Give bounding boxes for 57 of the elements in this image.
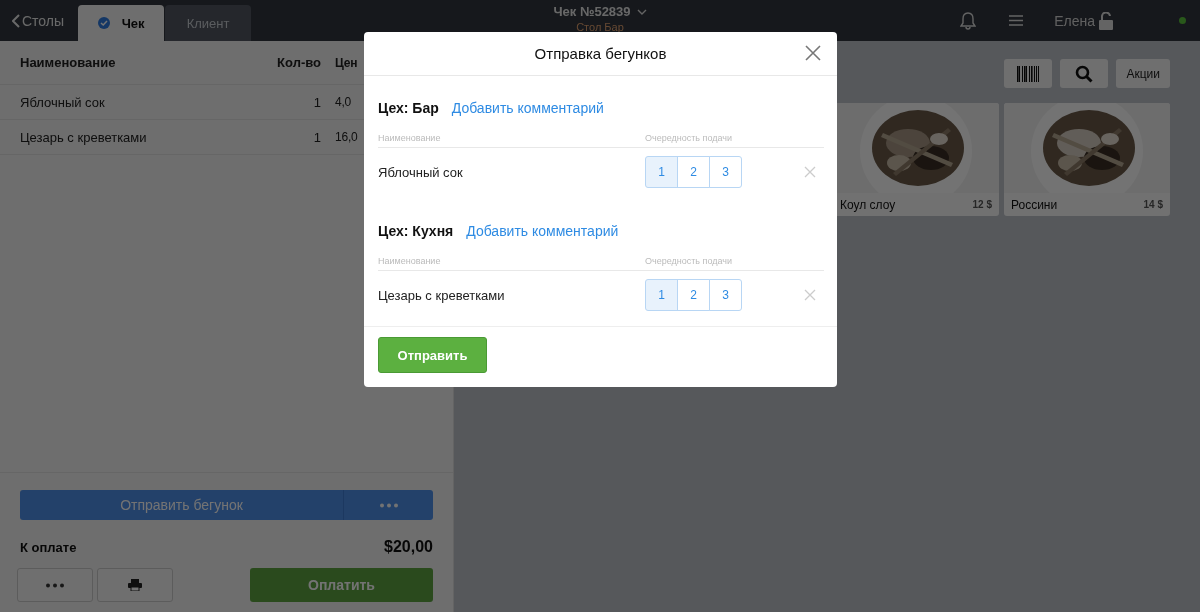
product-price: 14 $ [1143, 199, 1163, 210]
table-cell-text: 1 [313, 129, 322, 145]
table-cell-text: 1 [313, 94, 322, 110]
table-cell: 4,0 [335, 95, 352, 109]
promotions-button[interactable]: Акции [1116, 59, 1170, 88]
printer-icon [128, 579, 142, 591]
column-label: Очередность подачи [645, 132, 733, 143]
chevron-down-icon [636, 8, 647, 15]
product-name: Россини [1011, 197, 1058, 212]
product-price: 12 $ [972, 199, 992, 210]
table-cell: Яблочный сок [20, 94, 105, 110]
order-option[interactable]: 1 [645, 156, 678, 188]
product-name: Коул слоу [840, 197, 896, 212]
column-header: Цен [335, 55, 358, 70]
column-label: Наименование [378, 132, 442, 143]
search-button[interactable] [1060, 59, 1109, 88]
barcode-icon [1017, 65, 1040, 82]
table-subtitle: Стол Бар [576, 21, 624, 33]
send-button[interactable]: Отправить [378, 337, 487, 373]
tab[interactable]: Чек [78, 5, 165, 41]
total-label: К оплате [20, 539, 77, 555]
column-label: Очередность подачи [645, 255, 733, 266]
item-name: Цезарь с креветками [378, 287, 506, 303]
total-amount: $20,00 [384, 538, 433, 556]
print-button[interactable] [97, 568, 173, 602]
workshop-label: Цех: Бар [378, 100, 439, 116]
close-button[interactable] [803, 43, 823, 63]
check-circle-icon [97, 17, 110, 29]
pay-button[interactable]: Оплатить [250, 568, 433, 602]
order-option[interactable]: 3 [709, 279, 742, 311]
lock-icon [1099, 11, 1113, 30]
order-option[interactable]: 3 [709, 156, 742, 188]
dialog-title: Отправка бегунков [534, 45, 667, 62]
user-button[interactable]: Елена [1048, 10, 1119, 31]
send-runner-button[interactable]: Отправить бегунок [20, 490, 433, 520]
add-comment-link[interactable]: Добавить комментарий [451, 100, 604, 116]
close-icon [803, 43, 823, 63]
product-card[interactable]: Россини 14 $ [1004, 103, 1170, 216]
workshop-label: Цех: Кухня [378, 223, 454, 239]
item-name: Яблочный сок [378, 164, 464, 180]
order-option[interactable]: 1 [645, 279, 678, 311]
more-icon [378, 502, 399, 508]
order-option[interactable]: 2 [677, 156, 710, 188]
search-icon [1075, 64, 1094, 83]
order-option[interactable]: 2 [677, 279, 710, 311]
table-cell: Цезарь с креветками [20, 129, 147, 145]
column-header: Кол-во [277, 55, 322, 70]
barcode-button[interactable] [1004, 59, 1053, 88]
chevron-left-icon [12, 13, 20, 28]
column-header: Наименование [20, 55, 116, 70]
remove-icon[interactable] [804, 166, 816, 178]
add-comment-link[interactable]: Добавить комментарий [466, 223, 619, 239]
receipt-title[interactable]: Чек №52839 [553, 4, 647, 19]
column-label: Наименование [378, 255, 442, 266]
remove-icon[interactable] [804, 289, 816, 301]
table-cell: 16,0 [335, 130, 358, 144]
more-icon [45, 582, 65, 588]
